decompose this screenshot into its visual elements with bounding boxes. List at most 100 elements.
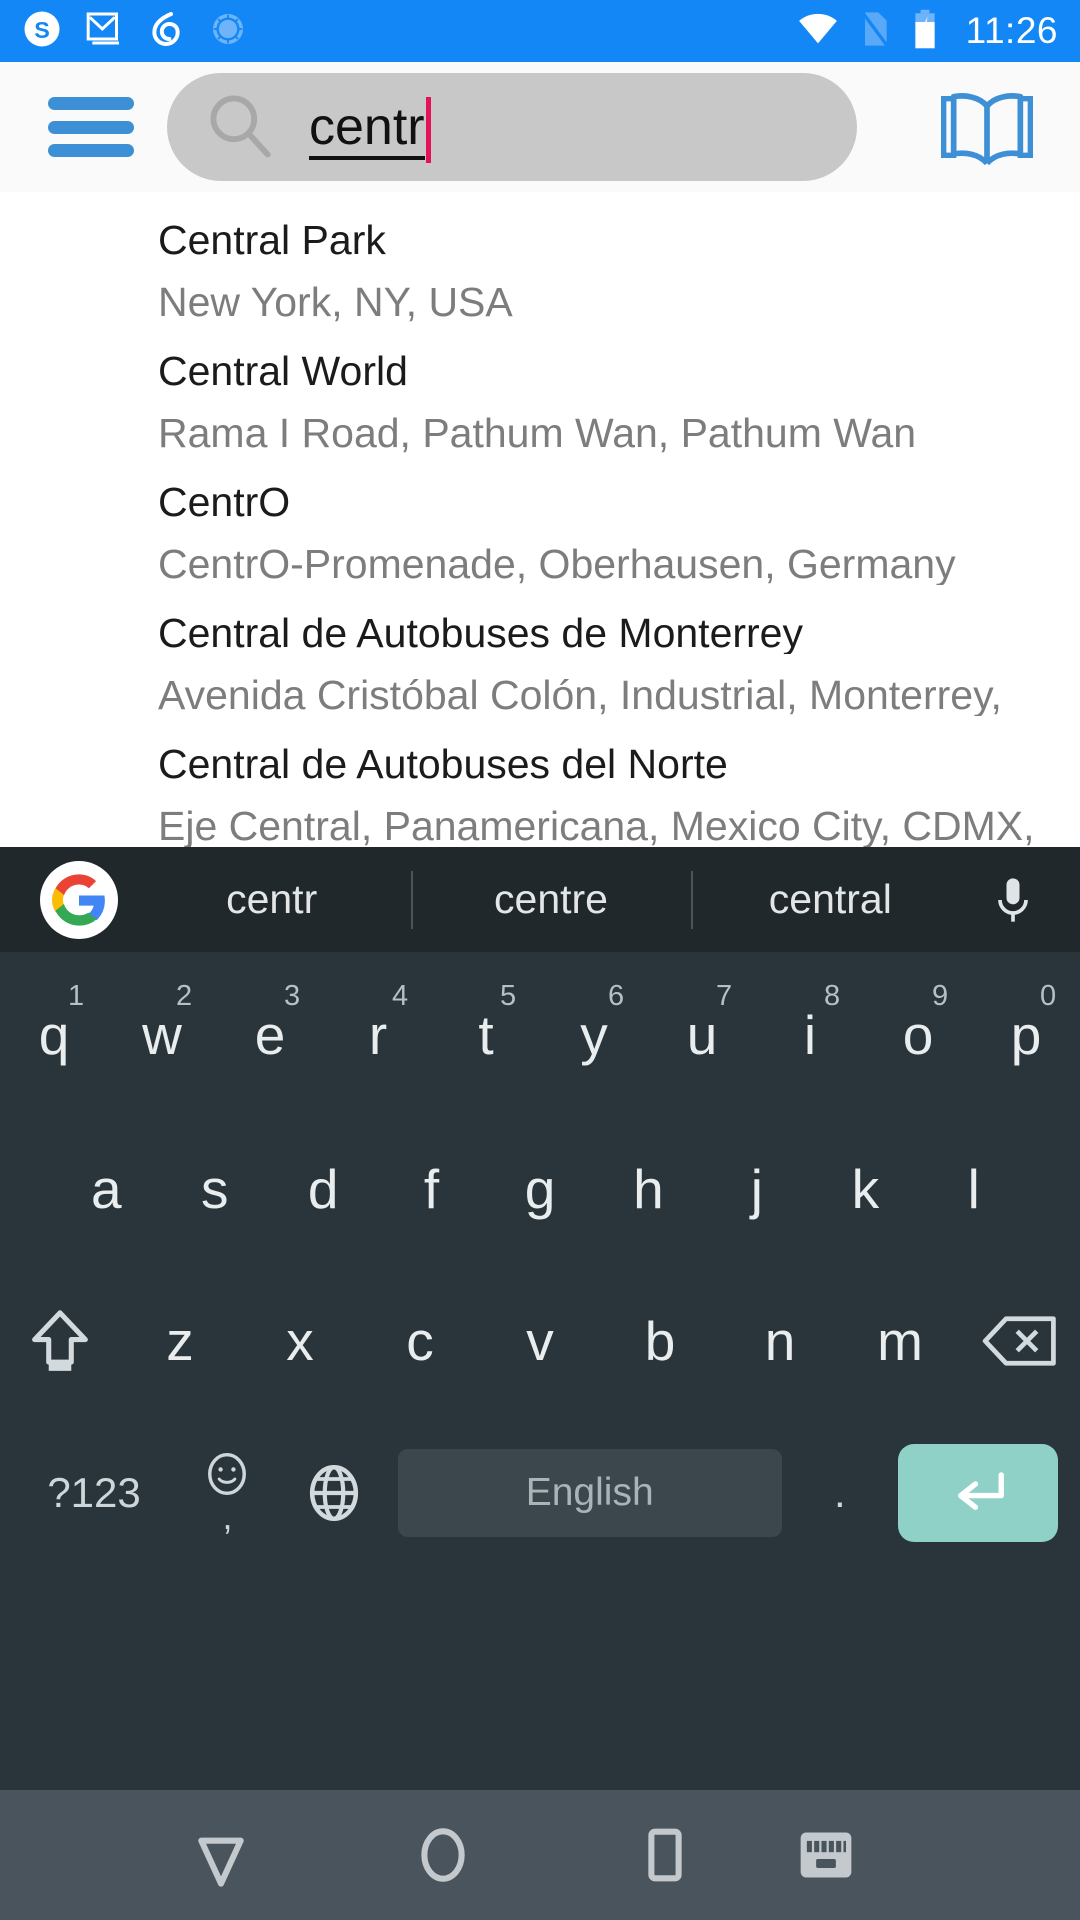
- search-bar[interactable]: centr: [167, 73, 857, 181]
- key-p[interactable]: 0p: [972, 958, 1080, 1113]
- suggestion-chip[interactable]: centr: [132, 876, 411, 923]
- key-w[interactable]: 2w: [108, 958, 216, 1113]
- result-title: Central de Autobuses del Norte: [158, 741, 728, 785]
- keyboard-row-4: ?123 , English .: [0, 1417, 1080, 1569]
- key-label: j: [750, 1157, 763, 1220]
- home-circle-icon[interactable]: [400, 1812, 486, 1898]
- key-label: w: [142, 1004, 182, 1066]
- key-v[interactable]: v: [480, 1265, 600, 1417]
- result-item[interactable]: Central Park New York, NY, USA: [0, 192, 1080, 323]
- search-icon: [203, 88, 277, 167]
- microphone-icon[interactable]: [970, 874, 1056, 926]
- shift-up-arrow-icon[interactable]: [0, 1265, 120, 1417]
- key-j[interactable]: j: [703, 1113, 811, 1265]
- result-title: CentrO: [158, 479, 291, 523]
- key-r[interactable]: 4r: [324, 958, 432, 1113]
- key-label: u: [686, 1004, 718, 1066]
- key-label: b: [644, 1309, 676, 1372]
- key-b[interactable]: b: [600, 1265, 720, 1417]
- backspace-delete-icon[interactable]: [960, 1265, 1080, 1417]
- key-m[interactable]: m: [840, 1265, 960, 1417]
- result-subtitle: Avenida Cristóbal Colón, Industrial, Mon…: [158, 672, 1002, 716]
- key-hint: 5: [500, 980, 517, 1012]
- phone-screen: S 11:26 centr Central Park New York, NY,…: [0, 0, 1080, 1920]
- keyboard-row-3: z x c v b n m: [0, 1265, 1080, 1417]
- key-z[interactable]: z: [120, 1265, 240, 1417]
- key-label: k: [851, 1157, 880, 1220]
- key-hint: 4: [392, 980, 409, 1012]
- key-s[interactable]: s: [160, 1113, 268, 1265]
- status-bar-clock: 11:26: [965, 10, 1058, 51]
- key-label: q: [38, 1004, 70, 1066]
- key-n[interactable]: n: [720, 1265, 840, 1417]
- key-hint: 2: [176, 980, 193, 1012]
- keyboard-row-1: 1q 2w 3e 4r 5t 6y 7u 8i 9o 0p: [0, 958, 1080, 1113]
- result-item[interactable]: Central World Rama I Road, Pathum Wan, P…: [0, 323, 1080, 454]
- key-o[interactable]: 9o: [864, 958, 972, 1113]
- key-hint: 9: [932, 980, 949, 1012]
- globe-language-icon[interactable]: [281, 1417, 388, 1569]
- key-u[interactable]: 7u: [648, 958, 756, 1113]
- hamburger-menu-icon[interactable]: [48, 97, 134, 157]
- key-label: ?123: [47, 1469, 141, 1516]
- key-g[interactable]: g: [486, 1113, 594, 1265]
- result-title: Central World: [158, 348, 408, 392]
- space-key[interactable]: English: [397, 1449, 782, 1537]
- key-a[interactable]: a: [52, 1113, 160, 1265]
- search-results-list[interactable]: Central Park New York, NY, USA Central W…: [0, 192, 1080, 847]
- key-f[interactable]: f: [377, 1113, 485, 1265]
- result-item[interactable]: Central de Autobuses de Monterrey Avenid…: [0, 585, 1080, 716]
- recents-square-icon[interactable]: [622, 1812, 708, 1898]
- result-subtitle: Rama I Road, Pathum Wan, Pathum Wan: [158, 410, 917, 454]
- enter-return-arrow-icon[interactable]: [897, 1444, 1058, 1542]
- wifi-icon: [796, 11, 840, 52]
- no-sim-icon: [858, 9, 892, 54]
- result-title: Central Park: [158, 217, 386, 261]
- space-key-label: English: [525, 1471, 654, 1514]
- result-subtitle: New York, NY, USA: [158, 279, 513, 323]
- hide-keyboard-icon[interactable]: [795, 1824, 857, 1886]
- key-hint: 8: [824, 980, 841, 1012]
- key-label: t: [478, 1004, 494, 1066]
- back-triangle-icon[interactable]: [178, 1812, 264, 1898]
- emoji-smiley-icon[interactable]: ,: [174, 1417, 281, 1569]
- keyboard-row-2: a s d f g h j k l: [0, 1113, 1080, 1265]
- google-g-icon[interactable]: [40, 860, 118, 939]
- key-c[interactable]: c: [360, 1265, 480, 1417]
- suggestion-chip[interactable]: central: [691, 876, 970, 923]
- result-item[interactable]: CentrO CentrO-Promenade, Oberhausen, Ger…: [0, 454, 1080, 585]
- key-q[interactable]: 1q: [0, 958, 108, 1113]
- key-hint: 0: [1040, 980, 1057, 1012]
- on-screen-keyboard: centr centre central 1q 2w 3e 4r 5t 6y 7…: [0, 847, 1080, 1790]
- key-label: p: [1010, 1004, 1042, 1066]
- key-y[interactable]: 6y: [540, 958, 648, 1113]
- key-hint: 3: [284, 980, 301, 1012]
- open-book-icon[interactable]: [936, 76, 1038, 178]
- suggestion-chip[interactable]: centre: [411, 876, 690, 923]
- search-input-wrapper[interactable]: centr: [309, 97, 431, 163]
- key-label: .: [834, 1469, 846, 1516]
- key-label: m: [877, 1309, 923, 1372]
- search-input[interactable]: centr: [309, 100, 425, 161]
- key-k[interactable]: k: [811, 1113, 919, 1265]
- app-bar: centr: [0, 62, 1080, 192]
- key-t[interactable]: 5t: [432, 958, 540, 1113]
- symbols-key[interactable]: ?123: [14, 1417, 174, 1569]
- period-key[interactable]: .: [792, 1417, 888, 1569]
- result-item[interactable]: Central de Autobuses del Norte Eje Centr…: [0, 716, 1080, 847]
- key-label: z: [166, 1309, 194, 1372]
- key-label: o: [902, 1004, 934, 1066]
- key-e[interactable]: 3e: [216, 958, 324, 1113]
- key-label: h: [633, 1157, 664, 1220]
- system-navigation-bar: [0, 1790, 1080, 1920]
- key-hint: 1: [68, 980, 85, 1012]
- key-l[interactable]: l: [920, 1113, 1028, 1265]
- key-h[interactable]: h: [594, 1113, 702, 1265]
- key-label: v: [526, 1309, 554, 1372]
- status-bar-system: 11:26: [796, 8, 1058, 55]
- key-label: c: [406, 1309, 434, 1372]
- status-bar-notifications: S: [22, 9, 248, 54]
- key-x[interactable]: x: [240, 1265, 360, 1417]
- key-d[interactable]: d: [269, 1113, 377, 1265]
- key-i[interactable]: 8i: [756, 958, 864, 1113]
